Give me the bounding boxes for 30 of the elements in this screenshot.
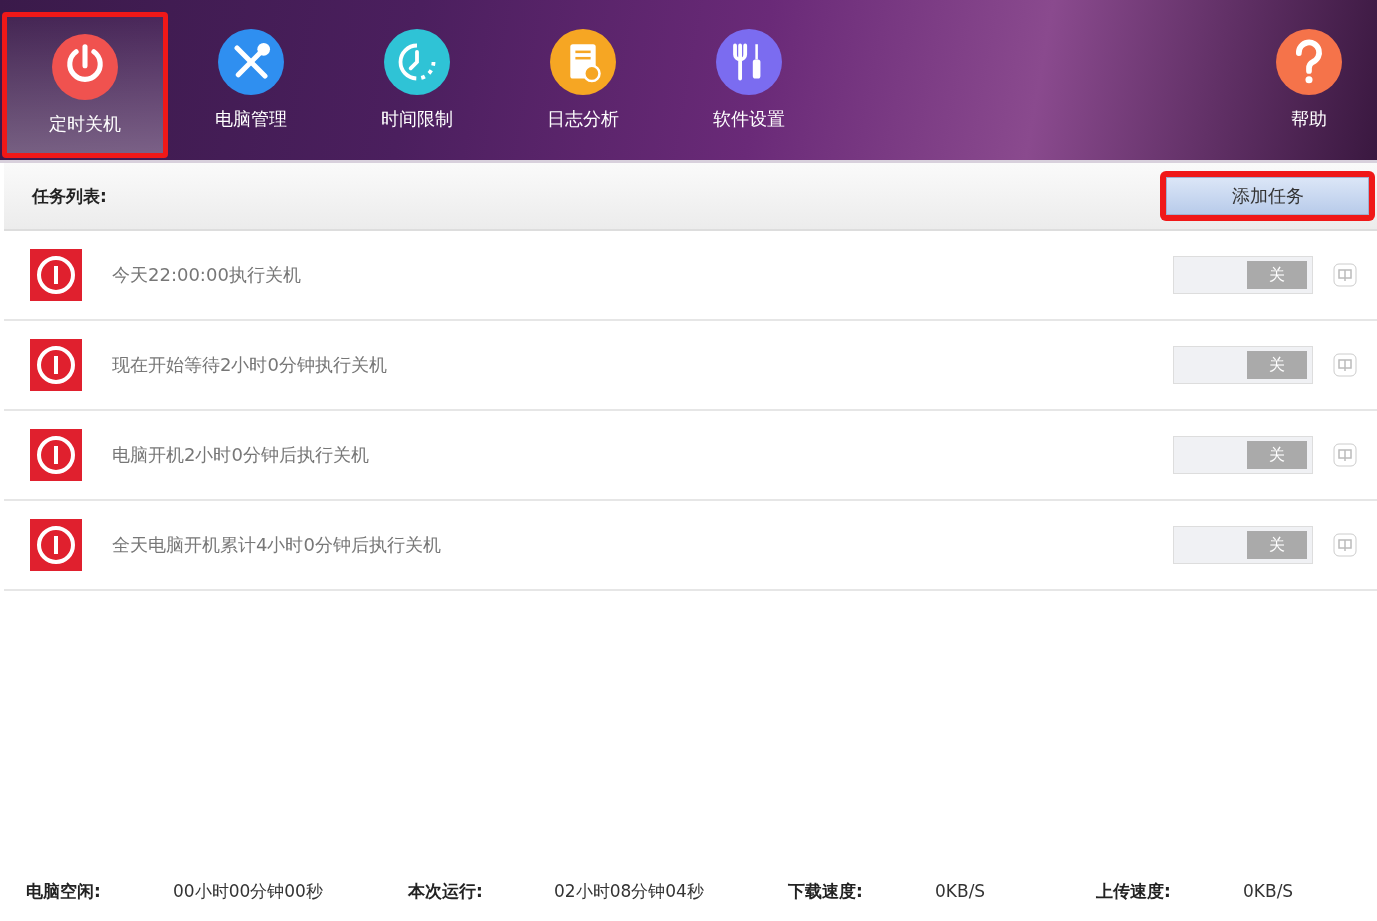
power-icon xyxy=(30,249,82,301)
document-icon xyxy=(550,29,616,95)
status-value: 00小时00分钟00秒 xyxy=(173,879,324,903)
status-value: 02小时08分钟04秒 xyxy=(554,879,705,903)
power-icon xyxy=(52,34,118,100)
nav-tab[interactable]: 定时关机 xyxy=(2,12,168,158)
status-label: 上传速度: xyxy=(1096,879,1172,903)
nav-tab[interactable]: 时间限制 xyxy=(334,0,500,160)
status-value: 0KB/S xyxy=(1243,881,1295,901)
tools-icon xyxy=(218,29,284,95)
nav-tab[interactable]: 电脑管理 xyxy=(168,0,334,160)
task-description: 全天电脑开机累计4小时0分钟后执行关机 xyxy=(112,533,442,557)
power-icon xyxy=(30,429,82,481)
add-task-button[interactable]: 添加任务 xyxy=(1166,177,1369,215)
help-button[interactable]: 帮助 xyxy=(1259,0,1359,160)
status-label: 本次运行: xyxy=(408,879,484,903)
task-description: 今天22:00:00执行关机 xyxy=(112,263,302,287)
task-description: 现在开始等待2小时0分钟执行关机 xyxy=(112,353,388,377)
tools-icon xyxy=(716,29,782,95)
power-icon xyxy=(30,519,82,571)
nav-tab[interactable]: 软件设置 xyxy=(666,0,832,160)
task-list-title: 任务列表: xyxy=(30,184,107,208)
power-icon xyxy=(30,339,82,391)
clock-icon xyxy=(384,29,450,95)
status-label: 电脑空闲: xyxy=(26,879,102,903)
nav-tab[interactable]: 日志分析 xyxy=(500,0,666,160)
status-value: 0KB/S xyxy=(935,881,987,901)
question-mark-icon xyxy=(1276,29,1342,95)
task-description: 电脑开机2小时0分钟后执行关机 xyxy=(112,443,370,467)
status-label: 下载速度: xyxy=(788,879,864,903)
